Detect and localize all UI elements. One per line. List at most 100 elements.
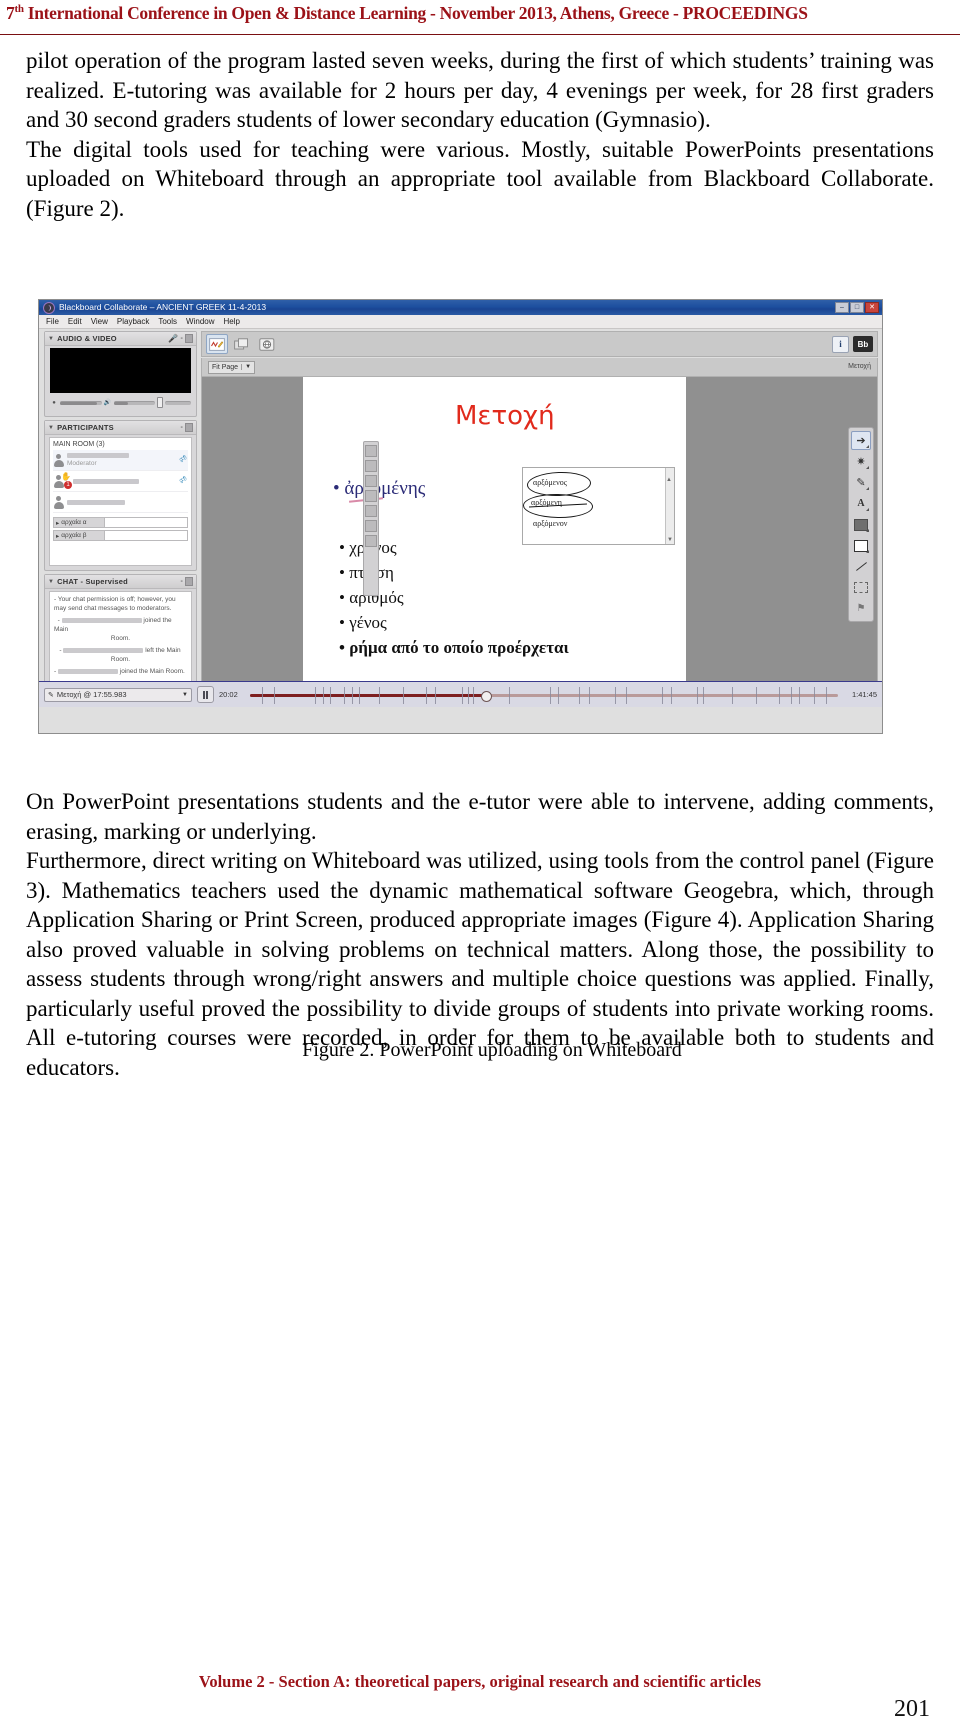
participants-panel-header[interactable]: ▼ PARTICIPANTS - — [45, 421, 196, 435]
status-badge: 1 — [64, 481, 72, 489]
total-time: 1:41:45 — [851, 690, 877, 699]
screenshot-icon[interactable] — [851, 578, 871, 597]
detach-icon[interactable] — [185, 577, 193, 586]
collapse-icon[interactable]: - — [180, 578, 183, 585]
paragraph-4: Furthermore, direct writing on Whiteboar… — [26, 848, 934, 1080]
body-text-bottom: On PowerPoint presentations students and… — [26, 787, 934, 1082]
side-strip-button[interactable] — [365, 535, 377, 547]
web-tour-icon[interactable] — [256, 334, 278, 354]
chat-title: CHAT - Supervised — [57, 577, 128, 586]
menu-item-edit[interactable]: Edit — [68, 317, 82, 326]
filled-rectangle-icon[interactable] — [851, 515, 871, 534]
pencil-icon[interactable]: ✎ — [851, 473, 871, 492]
menu-item-help[interactable]: Help — [224, 317, 240, 326]
menu-item-view[interactable]: View — [91, 317, 108, 326]
menu-item-file[interactable]: File — [46, 317, 59, 326]
side-strip-button[interactable] — [365, 505, 377, 517]
microphone-slider[interactable] — [60, 400, 102, 405]
page-number: 201 — [894, 1696, 930, 1722]
figure-2: Blackboard Collaborate – ANCIENT GREEK 1… — [38, 299, 883, 1061]
menu-item-playback[interactable]: Playback — [117, 317, 149, 326]
whiteboard-area: i Bb Fit Page ▼ Μετοχή Μετοχή • ἀρξομένη… — [201, 331, 878, 705]
participant-name-redacted — [73, 478, 139, 484]
header-ordinal-suffix: th — [14, 3, 24, 16]
rectangle-icon[interactable] — [851, 536, 871, 555]
whiteboard-side-strip[interactable] — [363, 441, 379, 596]
playback-position-dropdown[interactable]: ✎ Μετοχή @ 17:55.983 ▼ — [44, 687, 192, 702]
whiteboard-icon[interactable] — [206, 334, 228, 354]
blackboard-logo: Bb — [853, 336, 873, 352]
playback-position-label: Μετοχή @ 17:55.983 — [56, 690, 127, 699]
side-strip-button[interactable] — [365, 460, 377, 472]
detach-icon[interactable] — [185, 423, 193, 432]
participant-row-3[interactable] — [53, 492, 188, 513]
menu-item-window[interactable]: Window — [186, 317, 214, 326]
participant-row-2[interactable]: ✋ 1 🕫 — [53, 471, 191, 492]
participants-list: MAIN ROOM (3) Moderator 🕫 ✋ 1 🕫 ▸ αρχαία… — [49, 437, 192, 566]
slide-name-label: Μετοχή — [848, 363, 871, 370]
collapse-icon[interactable]: - — [180, 335, 183, 342]
chat-panel-header[interactable]: ▼ CHAT - Supervised - — [45, 575, 196, 589]
raised-hand-icon: ✋ — [61, 472, 71, 481]
line-icon[interactable] — [851, 557, 871, 576]
participant-row-moderator[interactable]: Moderator 🕫 — [53, 450, 191, 471]
elapsed-time: 20:02 — [219, 690, 238, 699]
breakout-room-row[interactable]: ▸ αρχαία β — [53, 530, 188, 541]
pause-button[interactable] — [197, 686, 214, 703]
close-button[interactable]: ✕ — [865, 302, 879, 313]
pointer-icon[interactable]: ➔ — [851, 431, 871, 450]
side-strip-button[interactable] — [365, 445, 377, 457]
whiteboard-canvas[interactable]: Μετοχή • ἀρξομένης • χρόνος • πτώση • αρ… — [201, 376, 878, 705]
scroll-up-icon[interactable]: ▲ — [666, 477, 672, 483]
speaker-slider-handle[interactable] — [157, 397, 163, 408]
menu-item-tools[interactable]: Tools — [158, 317, 177, 326]
breakout-room-a[interactable]: ▸ αρχαία α — [53, 517, 105, 528]
microphone-status-icon: 🎤 — [168, 334, 179, 343]
window-body: ▼ AUDIO & VIDEO 🎤 - ● 🔊 ▼ PARTICIPANTS -… — [39, 329, 882, 707]
text-tool-icon[interactable]: A — [851, 494, 871, 513]
window-title: Blackboard Collaborate – ANCIENT GREEK 1… — [59, 302, 267, 312]
whiteboard-toolbar: i Bb — [201, 331, 878, 357]
microphone-icon[interactable]: 🕫 — [177, 452, 191, 468]
audio-video-panel-header[interactable]: ▼ AUDIO & VIDEO 🎤 - — [45, 332, 196, 346]
scrubber-handle[interactable] — [481, 690, 493, 702]
collapse-icon[interactable]: - — [180, 424, 183, 431]
chevron-down-icon: ▼ — [241, 364, 251, 370]
flag-icon[interactable]: ⚑ — [851, 599, 871, 618]
inset-scrollbar[interactable]: ▲ ▼ — [665, 468, 674, 544]
microphone-icon[interactable]: 🕫 — [177, 473, 191, 489]
side-strip-button[interactable] — [365, 490, 377, 502]
audio-sliders: ● 🔊 — [50, 397, 191, 408]
blackboard-collaborate-window: Blackboard Collaborate – ANCIENT GREEK 1… — [38, 299, 883, 734]
application-sharing-icon[interactable] — [231, 334, 253, 354]
fit-page-dropdown[interactable]: Fit Page ▼ — [208, 360, 256, 374]
side-strip-button[interactable] — [365, 475, 377, 487]
speaker-slider[interactable] — [113, 400, 155, 405]
slide-main-bullet-text: ἀρξομένης — [344, 478, 426, 499]
chat-message: - joined the Main Room. — [54, 668, 185, 675]
speaker-slider-rest[interactable] — [165, 400, 191, 405]
scroll-down-icon[interactable]: ▼ — [666, 536, 674, 544]
minimize-button[interactable]: – — [835, 302, 849, 313]
chat-notice: - Your chat permission is off; however, … — [54, 596, 176, 612]
chat-author-redacted — [61, 618, 142, 623]
info-icon[interactable]: i — [832, 335, 849, 353]
participant-name-redacted — [67, 453, 129, 458]
chevron-down-icon: ▼ — [48, 578, 55, 585]
window-controls: – □ ✕ — [835, 302, 880, 313]
avatar — [53, 453, 64, 467]
detach-icon[interactable] — [185, 334, 193, 343]
running-header: 7th International Conference in Open & D… — [0, 0, 960, 35]
playback-scrubber[interactable] — [250, 685, 838, 705]
maximize-button[interactable]: □ — [850, 302, 864, 313]
breakout-room-row[interactable]: ▸ αρχαία α — [53, 517, 188, 528]
highlighter-icon[interactable]: ✷ — [851, 452, 871, 471]
chat-author-redacted — [63, 648, 144, 653]
breakout-room-b[interactable]: ▸ αρχαία β — [53, 530, 105, 541]
side-strip-button[interactable] — [365, 520, 377, 532]
toolbar-right-controls: i Bb — [832, 335, 877, 353]
chat-message: - joined the Main Room. — [54, 616, 187, 643]
paragraph-3: On PowerPoint presentations students and… — [26, 789, 934, 844]
declension-inset-box: αρξόμενος αρξόμενη αρξόμενον ▲ ▼ — [522, 467, 675, 545]
audio-video-title: AUDIO & VIDEO — [57, 334, 117, 343]
